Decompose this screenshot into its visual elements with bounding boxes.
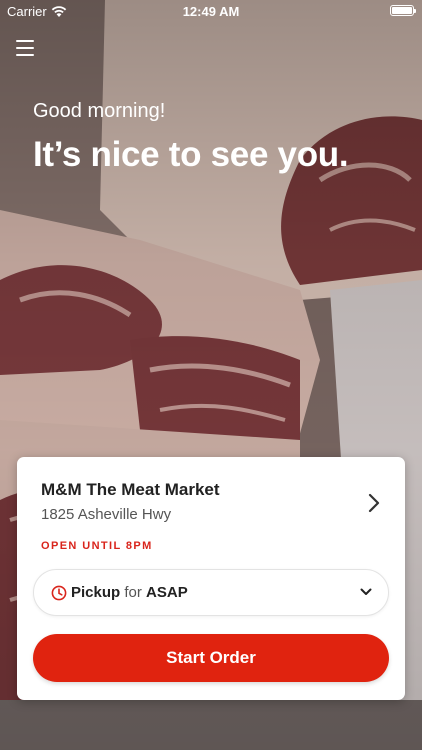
status-bar: Carrier 12:49 AM xyxy=(0,0,422,22)
menu-icon[interactable] xyxy=(16,40,34,56)
order-time: ASAP xyxy=(146,584,188,601)
open-status-badge: OPEN UNTIL 8PM xyxy=(41,540,153,552)
battery-icon xyxy=(390,5,416,16)
start-order-button[interactable]: Start Order xyxy=(33,634,389,682)
order-connector: for xyxy=(124,584,142,601)
store-name: M&M The Meat Market xyxy=(41,480,220,499)
order-mode: Pickup xyxy=(71,584,121,601)
pickup-summary: Pickup for ASAP xyxy=(71,584,188,601)
pickup-time-selector[interactable]: Pickup for ASAP xyxy=(33,569,389,616)
store-selector[interactable]: M&M The Meat Market 1825 Asheville Hwy xyxy=(41,480,387,530)
welcome-headline: It’s nice to see you. xyxy=(33,135,349,174)
chevron-down-icon xyxy=(360,588,372,595)
store-address: 1825 Asheville Hwy xyxy=(41,506,172,523)
store-card: M&M The Meat Market 1825 Asheville Hwy O… xyxy=(17,457,405,700)
clock-icon xyxy=(51,585,67,600)
status-time: 12:49 AM xyxy=(182,4,240,19)
greeting-text: Good morning! xyxy=(33,100,166,122)
chevron-right-icon xyxy=(368,493,380,513)
